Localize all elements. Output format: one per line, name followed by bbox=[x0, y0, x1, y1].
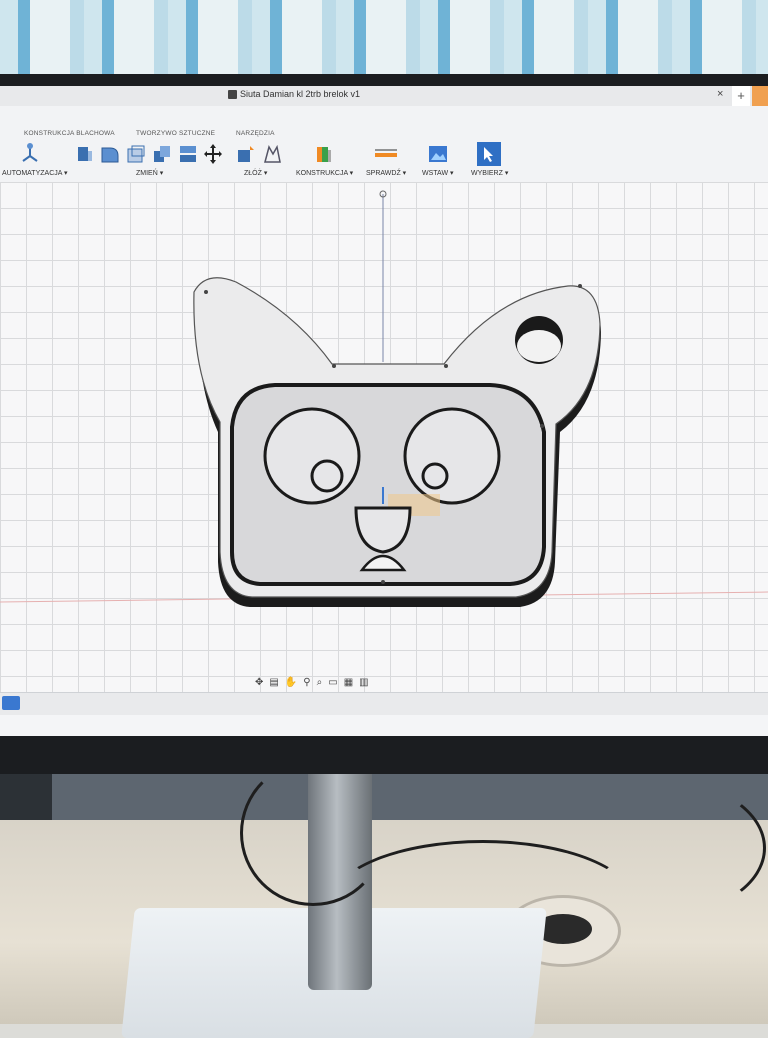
insert-image-icon[interactable] bbox=[428, 144, 448, 164]
joint-icon[interactable] bbox=[236, 144, 256, 164]
document-title: Siuta Damian kl 2trb brelok v1 bbox=[228, 89, 360, 99]
close-tab-icon[interactable]: × bbox=[717, 88, 723, 100]
monitor-screen: Siuta Damian kl 2trb brelok v1 × + KONST… bbox=[0, 86, 768, 736]
keyring-hole-floor bbox=[517, 330, 561, 362]
tab-utilities[interactable]: NARZĘDZIA bbox=[236, 130, 275, 137]
document-title-text: Siuta Damian kl 2trb brelok v1 bbox=[240, 89, 361, 99]
as-built-joint-icon[interactable] bbox=[262, 144, 282, 164]
orbit-icon[interactable]: ✥ bbox=[255, 677, 263, 688]
group-inspect[interactable]: SPRAWDŹ ▾ bbox=[366, 169, 406, 177]
group-insert[interactable]: WSTAW ▾ bbox=[422, 169, 454, 177]
timeline bbox=[0, 692, 768, 715]
left-pupil[interactable] bbox=[310, 459, 344, 493]
new-tab-button[interactable]: + bbox=[732, 86, 750, 106]
right-pupil[interactable] bbox=[421, 462, 449, 490]
tab-sheet-metal[interactable]: KONSTRUKCJA BLACHOWA bbox=[24, 130, 115, 137]
document-icon bbox=[228, 89, 237, 99]
toolbar-ribbon: KONSTRUKCJA BLACHOWA TWORZYWO SZTUCZNE N… bbox=[0, 106, 768, 183]
keychain-model[interactable] bbox=[0, 182, 768, 692]
sketch-point bbox=[332, 364, 336, 368]
group-construct[interactable]: KONSTRUKCJA ▾ bbox=[296, 169, 353, 177]
left-eye[interactable] bbox=[263, 407, 361, 505]
timeline-marker[interactable] bbox=[2, 696, 20, 710]
combine-icon[interactable] bbox=[152, 144, 172, 164]
navigation-bar: ✥ ▤ ✋ ⚲ ⌕ ▭ ▦ ▥ bbox=[255, 674, 369, 690]
group-assemble[interactable]: ZŁÓŻ ▾ bbox=[244, 169, 267, 177]
display-icon[interactable]: ▭ bbox=[328, 677, 337, 688]
measure-icon[interactable] bbox=[374, 148, 398, 162]
viewports-icon[interactable]: ▥ bbox=[359, 677, 368, 688]
tab-plastic[interactable]: TWORZYWO SZTUCZNE bbox=[136, 130, 215, 137]
title-bar: Siuta Damian kl 2trb brelok v1 × + bbox=[0, 86, 768, 107]
look-at-icon[interactable]: ▤ bbox=[269, 677, 278, 688]
cable bbox=[560, 780, 766, 916]
shell-icon[interactable] bbox=[126, 144, 146, 164]
plane-icon[interactable] bbox=[314, 144, 334, 164]
fit-icon[interactable]: ⌕ bbox=[317, 677, 323, 688]
sketch-point bbox=[381, 580, 385, 584]
group-automation[interactable]: AUTOMATYZACJA ▾ bbox=[2, 169, 68, 177]
fillet-icon[interactable] bbox=[100, 144, 120, 164]
move-icon[interactable] bbox=[203, 143, 223, 165]
sketch-point bbox=[578, 284, 582, 288]
modeling-canvas[interactable] bbox=[0, 182, 768, 692]
notification-indicator[interactable] bbox=[752, 86, 768, 106]
group-modify[interactable]: ZMIEŃ ▾ bbox=[136, 169, 163, 177]
grid-icon[interactable]: ▦ bbox=[344, 677, 353, 688]
automation-icon[interactable] bbox=[20, 142, 40, 164]
split-icon[interactable] bbox=[178, 144, 198, 164]
pan-icon[interactable]: ✋ bbox=[285, 677, 297, 688]
select-cursor-icon[interactable] bbox=[477, 142, 501, 166]
zoom-icon[interactable]: ⚲ bbox=[303, 677, 310, 688]
sketch-point bbox=[444, 364, 448, 368]
group-select[interactable]: WYBIERZ ▾ bbox=[471, 169, 508, 177]
extrude-icon[interactable] bbox=[74, 144, 94, 164]
sketch-point bbox=[204, 290, 208, 294]
right-eye[interactable] bbox=[403, 407, 501, 505]
sketch-point bbox=[540, 424, 544, 428]
